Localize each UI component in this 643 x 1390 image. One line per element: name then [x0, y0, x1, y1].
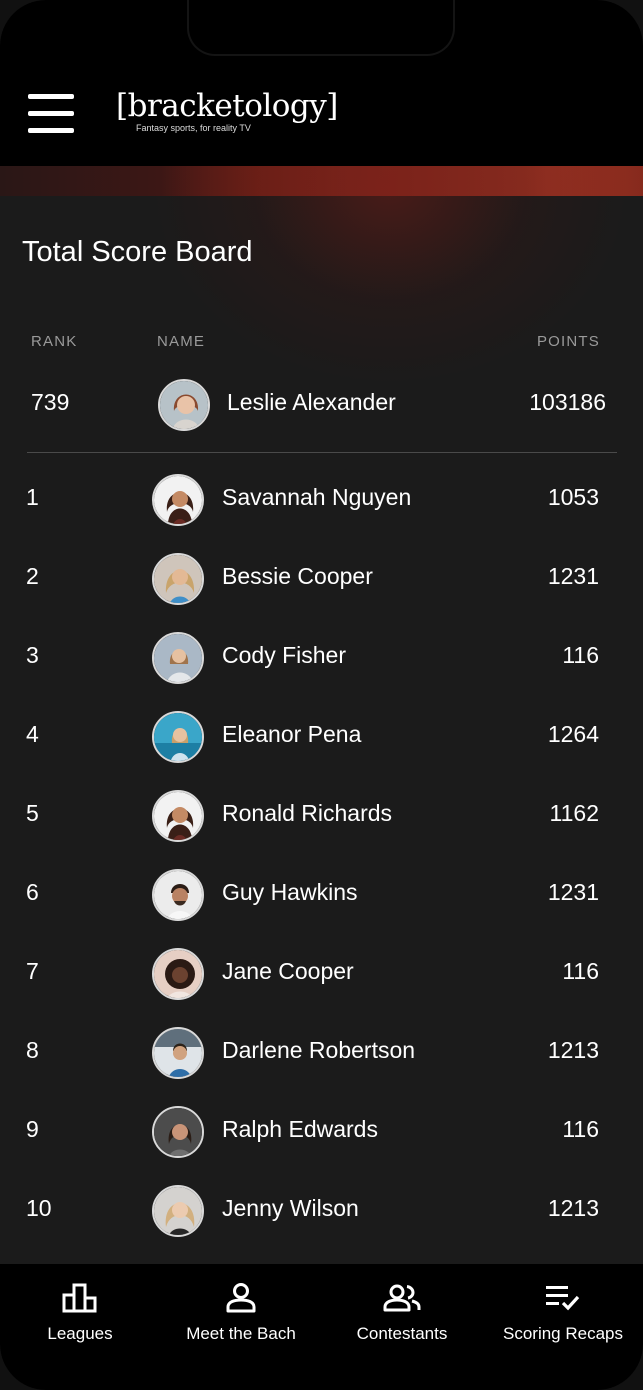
rank-value: 10: [26, 1195, 52, 1221]
tab-label: Meet the Bach: [186, 1324, 296, 1343]
player-points: 1231: [547, 563, 599, 589]
rank-value: 739: [31, 389, 70, 415]
tab-label: Scoring Recaps: [502, 1324, 623, 1343]
player-name: Savannah Nguyen: [222, 484, 412, 510]
table-row[interactable]: 5 Ronald Richards 1162: [0, 786, 643, 846]
player-name: Guy Hawkins: [222, 879, 358, 905]
score-board: Total Score Board RANK NAME POINTS 739 L…: [0, 196, 643, 1264]
avatar: [152, 553, 204, 605]
player-points: 1264: [547, 721, 599, 747]
player-points: 1053: [547, 484, 599, 510]
table-row[interactable]: 10 Jenny Wilson 1213: [0, 1181, 643, 1241]
player-points: 116: [562, 1116, 599, 1142]
rank-value: 2: [26, 563, 39, 589]
rank-value: 6: [26, 879, 39, 905]
player-name: Jenny Wilson: [222, 1195, 359, 1221]
player-points: 1213: [547, 1195, 599, 1221]
table-row[interactable]: 2 Bessie Cooper 1231: [0, 549, 643, 609]
avatar: [152, 632, 204, 684]
page-title: Total Score Board: [22, 236, 253, 268]
divider: [27, 452, 617, 453]
device-notch: [187, 0, 455, 56]
player-points: 116: [562, 642, 599, 668]
top-header: [bracketology] Fantasy sports, for reali…: [0, 0, 643, 166]
avatar: [152, 948, 204, 1000]
rank-value: 7: [26, 958, 39, 984]
player-points: 103186: [529, 389, 606, 415]
player-points: 1231: [547, 879, 599, 905]
player-points: 116: [562, 958, 599, 984]
column-header-rank: RANK: [31, 333, 78, 350]
current-user-row[interactable]: 739 Leslie Alexander 103186: [0, 375, 643, 435]
table-row[interactable]: 8 Darlene Robertson 1213: [0, 1023, 643, 1083]
tab-label: Contestants: [356, 1324, 448, 1343]
bottom-tab-bar: Leagues Meet the Bach Contestants Scorin…: [0, 1264, 643, 1390]
player-name: Ronald Richards: [222, 800, 393, 826]
table-row[interactable]: 4 Eleanor Pena 1264: [0, 707, 643, 767]
avatar: [152, 1106, 204, 1158]
player-name: Bessie Cooper: [222, 563, 373, 589]
table-row[interactable]: 9 Ralph Edwards 116: [0, 1102, 643, 1162]
bar-chart-icon: [62, 1283, 97, 1313]
avatar: [152, 1185, 204, 1237]
column-header-points: POINTS: [536, 333, 600, 350]
player-points: 1213: [547, 1037, 599, 1063]
hamburger-menu-icon[interactable]: [28, 94, 76, 134]
table-row[interactable]: 1 Savannah Nguyen 1053: [0, 470, 643, 530]
tab-label: Leagues: [47, 1324, 113, 1343]
player-name: Leslie Alexander: [227, 389, 396, 415]
player-points: 1162: [549, 800, 599, 826]
avatar: [152, 474, 204, 526]
player-name: Eleanor Pena: [222, 721, 362, 747]
rank-value: 5: [26, 800, 39, 826]
player-name: Darlene Robertson: [222, 1037, 416, 1063]
column-header-name: NAME: [157, 333, 206, 350]
rank-value: 8: [26, 1037, 39, 1063]
rank-value: 4: [26, 721, 39, 747]
logo-wordmark: [bracketology]: [116, 88, 338, 124]
tab-leagues[interactable]: Leagues: [0, 1282, 160, 1346]
people-icon: [383, 1284, 421, 1312]
table-row[interactable]: 3 Cody Fisher 116: [0, 628, 643, 688]
app-screen: [bracketology] Fantasy sports, for reali…: [0, 0, 643, 1390]
avatar: [152, 1027, 204, 1079]
table-row[interactable]: 6 Guy Hawkins 1231: [0, 865, 643, 925]
player-name: Ralph Edwards: [222, 1116, 378, 1142]
table-row[interactable]: 7 Jane Cooper 116: [0, 944, 643, 1004]
app-logo[interactable]: [bracketology] Fantasy sports, for reali…: [116, 86, 338, 148]
tab-scoring-recaps[interactable]: Scoring Recaps: [483, 1282, 643, 1346]
tab-meet-the-bach[interactable]: Meet the Bach: [161, 1282, 321, 1346]
avatar: [152, 711, 204, 763]
tab-contestants[interactable]: Contestants: [322, 1282, 482, 1346]
avatar: [152, 869, 204, 921]
rank-value: 9: [26, 1116, 39, 1142]
avatar: [152, 790, 204, 842]
rank-value: 1: [26, 484, 39, 510]
person-icon: [226, 1283, 256, 1313]
player-name: Cody Fisher: [222, 642, 346, 668]
avatar: [158, 379, 210, 431]
list-check-icon: [546, 1286, 580, 1311]
rank-value: 3: [26, 642, 39, 668]
player-name: Jane Cooper: [222, 958, 354, 984]
